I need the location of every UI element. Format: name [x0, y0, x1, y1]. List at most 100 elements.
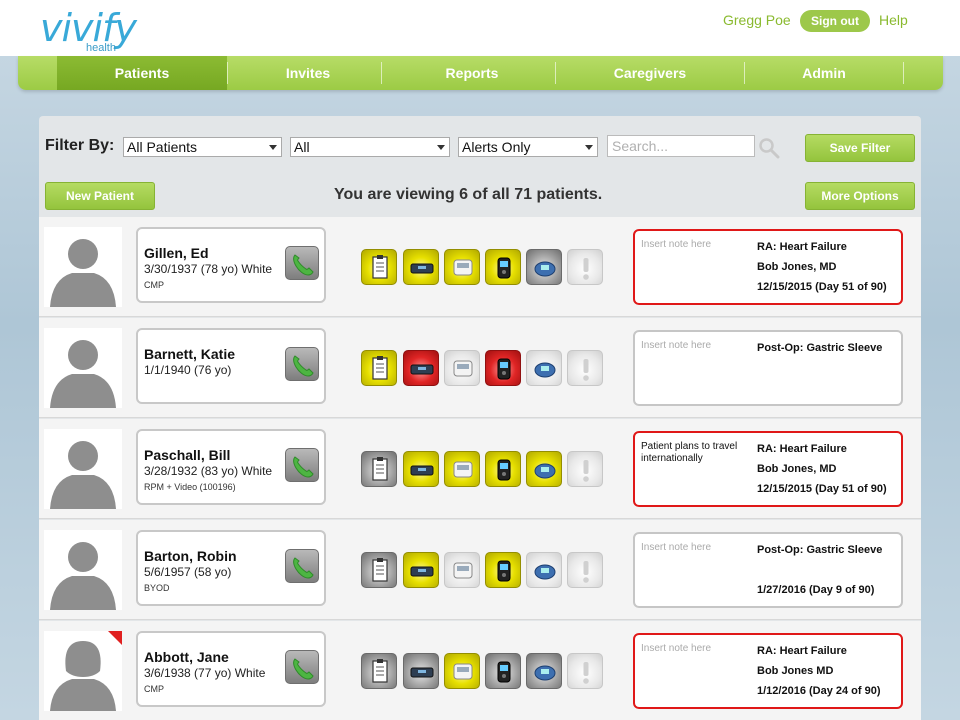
- alert-icon[interactable]: [567, 451, 603, 487]
- blood-pressure-icon[interactable]: [444, 350, 480, 386]
- patient-dob: 3/28/1932 (83 yo) White: [144, 464, 273, 478]
- patient-info-card[interactable]: Paschall, Bill 3/28/1932 (83 yo) White RPM…: [136, 429, 326, 505]
- blood-pressure-icon[interactable]: [444, 451, 480, 487]
- glucose-meter-icon[interactable]: [485, 249, 521, 285]
- pulse-oximeter-icon[interactable]: [526, 350, 562, 386]
- alert-icon[interactable]: [567, 552, 603, 588]
- care-plan-icon[interactable]: [361, 451, 397, 487]
- patient-name[interactable]: Paschall, Bill: [144, 447, 230, 463]
- header: vivify health Gregg Poe Sign out Help: [0, 0, 960, 56]
- patient-dob: 3/6/1938 (77 yo) White: [144, 666, 266, 680]
- flag-icon: [108, 631, 122, 645]
- patient-note-card[interactable]: Insert note here Post-Op: Gastric Sleeve: [633, 330, 903, 406]
- patient-note[interactable]: Insert note here: [641, 239, 753, 251]
- scale-icon[interactable]: [403, 653, 439, 689]
- help-link[interactable]: Help: [879, 12, 908, 28]
- care-plan-icon[interactable]: [361, 653, 397, 689]
- care-plan-icon[interactable]: [361, 350, 397, 386]
- glucose-meter-icon[interactable]: [485, 653, 521, 689]
- scope-select[interactable]: All: [290, 137, 450, 157]
- avatar[interactable]: [44, 530, 122, 610]
- viewing-count: You are viewing 6 of all 71 patients.: [334, 186, 603, 203]
- care-plan-icon[interactable]: [361, 552, 397, 588]
- chevron-down-icon: [585, 145, 593, 150]
- scale-icon[interactable]: [403, 249, 439, 285]
- patient-program-tag: BYOD: [144, 583, 170, 593]
- tab-patients[interactable]: Patients: [57, 56, 227, 90]
- pulse-oximeter-icon[interactable]: [526, 552, 562, 588]
- tab-reports[interactable]: Reports: [382, 56, 562, 90]
- alert-icon[interactable]: [567, 350, 603, 386]
- patient-note[interactable]: Insert note here: [641, 643, 753, 655]
- new-patient-button[interactable]: New Patient: [45, 182, 155, 210]
- alert-icon[interactable]: [567, 249, 603, 285]
- alert-icon[interactable]: [567, 653, 603, 689]
- patient-info-card[interactable]: Barton, Robin 5/6/1957 (58 yo) BYOD: [136, 530, 326, 606]
- patient-note[interactable]: Insert note here: [641, 542, 753, 554]
- blood-pressure-icon[interactable]: [444, 249, 480, 285]
- patient-note-card[interactable]: Insert note here Post-Op: Gastric Sleeve 1…: [633, 532, 903, 608]
- avatar[interactable]: [44, 429, 122, 509]
- phone-icon[interactable]: [285, 448, 319, 482]
- more-options-button[interactable]: More Options: [805, 182, 915, 210]
- pulse-oximeter-icon[interactable]: [526, 653, 562, 689]
- patient-row[interactable]: Gillen, Ed 3/30/1937 (78 yo) White CMP Inse…: [39, 217, 921, 317]
- avatar[interactable]: [44, 227, 122, 307]
- patient-dob: 3/30/1937 (78 yo) White: [144, 262, 273, 276]
- phone-icon[interactable]: [285, 347, 319, 381]
- patients-select[interactable]: All Patients: [123, 137, 282, 157]
- tab-invites[interactable]: Invites: [228, 56, 388, 90]
- alerts-select-value: Alerts Only: [462, 139, 531, 155]
- alerts-select[interactable]: Alerts Only: [458, 137, 598, 157]
- phone-icon[interactable]: [285, 246, 319, 280]
- scale-icon[interactable]: [403, 451, 439, 487]
- search-icon[interactable]: [758, 137, 780, 159]
- scope-select-value: All: [294, 139, 310, 155]
- scale-icon[interactable]: [403, 350, 439, 386]
- phone-icon[interactable]: [285, 549, 319, 583]
- pulse-oximeter-icon[interactable]: [526, 451, 562, 487]
- phone-icon[interactable]: [285, 650, 319, 684]
- program-date: 1/27/2016 (Day 9 of 90): [757, 584, 875, 596]
- save-filter-button[interactable]: Save Filter: [805, 134, 915, 162]
- patient-note-card[interactable]: Insert note here RA: Heart Failure Bob Jon…: [633, 633, 903, 709]
- user-name: Gregg Poe: [723, 12, 791, 28]
- patient-dob: 5/6/1957 (58 yo): [144, 565, 232, 579]
- tab-admin[interactable]: Admin: [745, 56, 903, 90]
- glucose-meter-icon[interactable]: [485, 451, 521, 487]
- care-plan-icon[interactable]: [361, 249, 397, 285]
- scale-icon[interactable]: [403, 552, 439, 588]
- patient-name[interactable]: Abbott, Jane: [144, 649, 229, 665]
- patient-note-card[interactable]: Insert note here RA: Heart Failure Bob Jon…: [633, 229, 903, 305]
- search-input[interactable]: [607, 135, 755, 157]
- patient-info-card[interactable]: Barnett, Katie 1/1/1940 (76 yo): [136, 328, 326, 404]
- glucose-meter-icon[interactable]: [485, 350, 521, 386]
- patient-row[interactable]: Barton, Robin 5/6/1957 (58 yo) BYOD Insert …: [39, 520, 921, 620]
- patient-note[interactable]: Insert note here: [641, 340, 753, 352]
- patient-note-card[interactable]: Patient plans to travel internationally R…: [633, 431, 903, 507]
- avatar[interactable]: [44, 328, 122, 408]
- patient-note[interactable]: Patient plans to travel internationally: [641, 441, 753, 465]
- patient-row[interactable]: Paschall, Bill 3/28/1932 (83 yo) White RPM…: [39, 419, 921, 519]
- avatar[interactable]: [44, 631, 122, 711]
- filter-label: Filter By:: [45, 137, 115, 154]
- vivify-logo[interactable]: vivify health: [40, 6, 160, 54]
- patient-info-card[interactable]: Gillen, Ed 3/30/1937 (78 yo) White CMP: [136, 227, 326, 303]
- patient-name[interactable]: Barnett, Katie: [144, 346, 235, 362]
- patient-row[interactable]: Barnett, Katie 1/1/1940 (76 yo) Insert not…: [39, 318, 921, 418]
- tab-caregivers[interactable]: Caregivers: [556, 56, 744, 90]
- patient-name[interactable]: Gillen, Ed: [144, 245, 209, 261]
- patient-name[interactable]: Barton, Robin: [144, 548, 237, 564]
- patient-info-card[interactable]: Abbott, Jane 3/6/1938 (77 yo) White CMP: [136, 631, 326, 707]
- glucose-meter-icon[interactable]: [485, 552, 521, 588]
- patient-row[interactable]: Abbott, Jane 3/6/1938 (77 yo) White CMP Ins…: [39, 621, 921, 720]
- blood-pressure-icon[interactable]: [444, 552, 480, 588]
- care-program: Post-Op: Gastric Sleeve: [757, 342, 883, 354]
- chevron-down-icon: [269, 145, 277, 150]
- signout-button[interactable]: Sign out: [800, 10, 870, 32]
- blood-pressure-icon[interactable]: [444, 653, 480, 689]
- pulse-oximeter-icon[interactable]: [526, 249, 562, 285]
- patient-program-tag: CMP: [144, 280, 164, 290]
- nav-divider: [903, 62, 904, 84]
- physician: Bob Jones, MD: [757, 261, 837, 273]
